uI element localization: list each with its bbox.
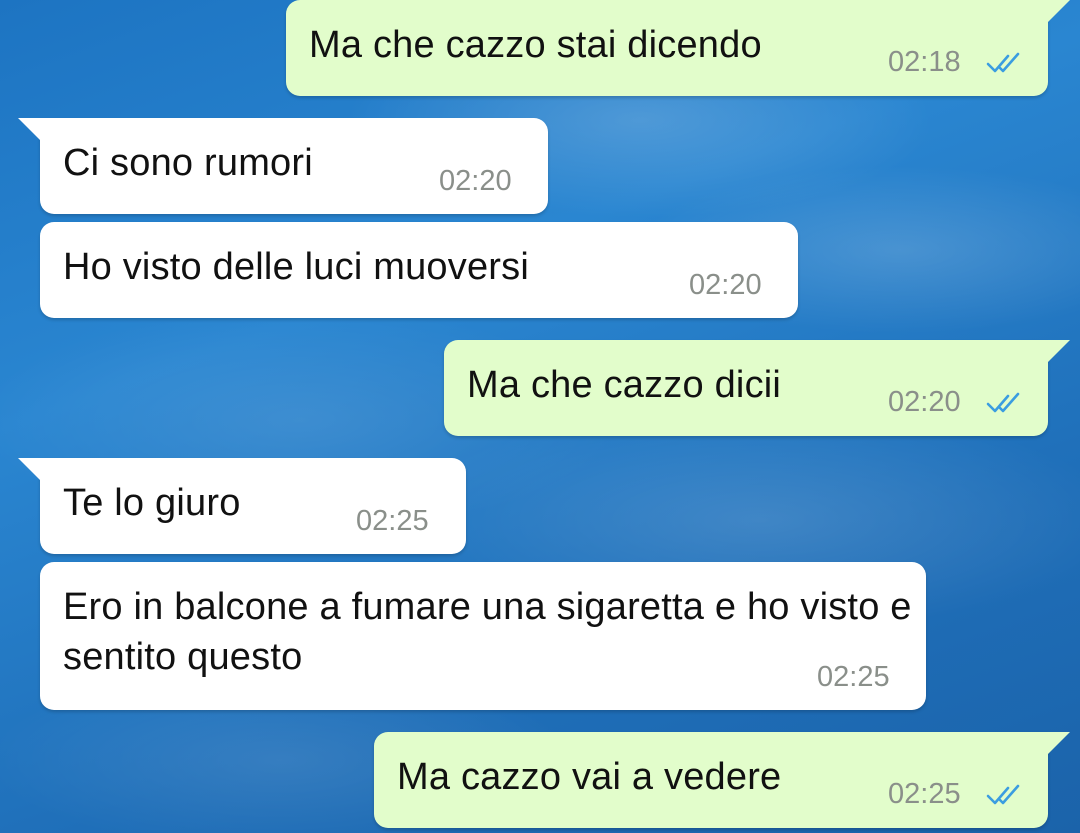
message-text: Ero in balcone a fumare una sigaretta e … [63, 586, 912, 678]
message-incoming[interactable]: Ho visto delle luci muoversi 02:20 [40, 222, 798, 318]
message-outgoing[interactable]: Ma che cazzo dicii 02:20 [444, 340, 1070, 436]
message-timestamp: 02:20 [888, 386, 961, 418]
message-incoming[interactable]: Ero in balcone a fumare una sigaretta e … [40, 562, 926, 710]
message-timestamp: 02:18 [888, 46, 961, 78]
double-check-read-icon [986, 784, 1020, 805]
message-text: Ci sono rumori [63, 142, 313, 184]
message-outgoing[interactable]: Ma cazzo vai a vedere 02:25 [374, 732, 1070, 828]
message-timestamp: 02:20 [439, 165, 512, 197]
message-text: Ma che cazzo stai dicendo [309, 24, 762, 66]
message-timestamp: 02:20 [689, 269, 762, 301]
message-timestamp: 02:25 [888, 778, 961, 810]
message-incoming[interactable]: Te lo giuro 02:25 [18, 458, 466, 554]
message-text: Ho visto delle luci muoversi [63, 246, 529, 288]
double-check-read-icon [986, 392, 1020, 413]
message-outgoing[interactable]: Ma che cazzo stai dicendo 02:18 [286, 0, 1070, 96]
chat-message-list[interactable]: Ma che cazzo stai dicendo 02:18 Ci sono … [0, 0, 1080, 833]
message-text: Te lo giuro [63, 482, 241, 524]
message-text: Ma cazzo vai a vedere [397, 756, 782, 798]
message-text: Ma che cazzo dicii [467, 364, 782, 406]
message-timestamp: 02:25 [356, 505, 429, 537]
message-incoming[interactable]: Ci sono rumori 02:20 [18, 118, 548, 214]
double-check-read-icon [986, 52, 1020, 73]
message-timestamp: 02:25 [817, 661, 890, 693]
